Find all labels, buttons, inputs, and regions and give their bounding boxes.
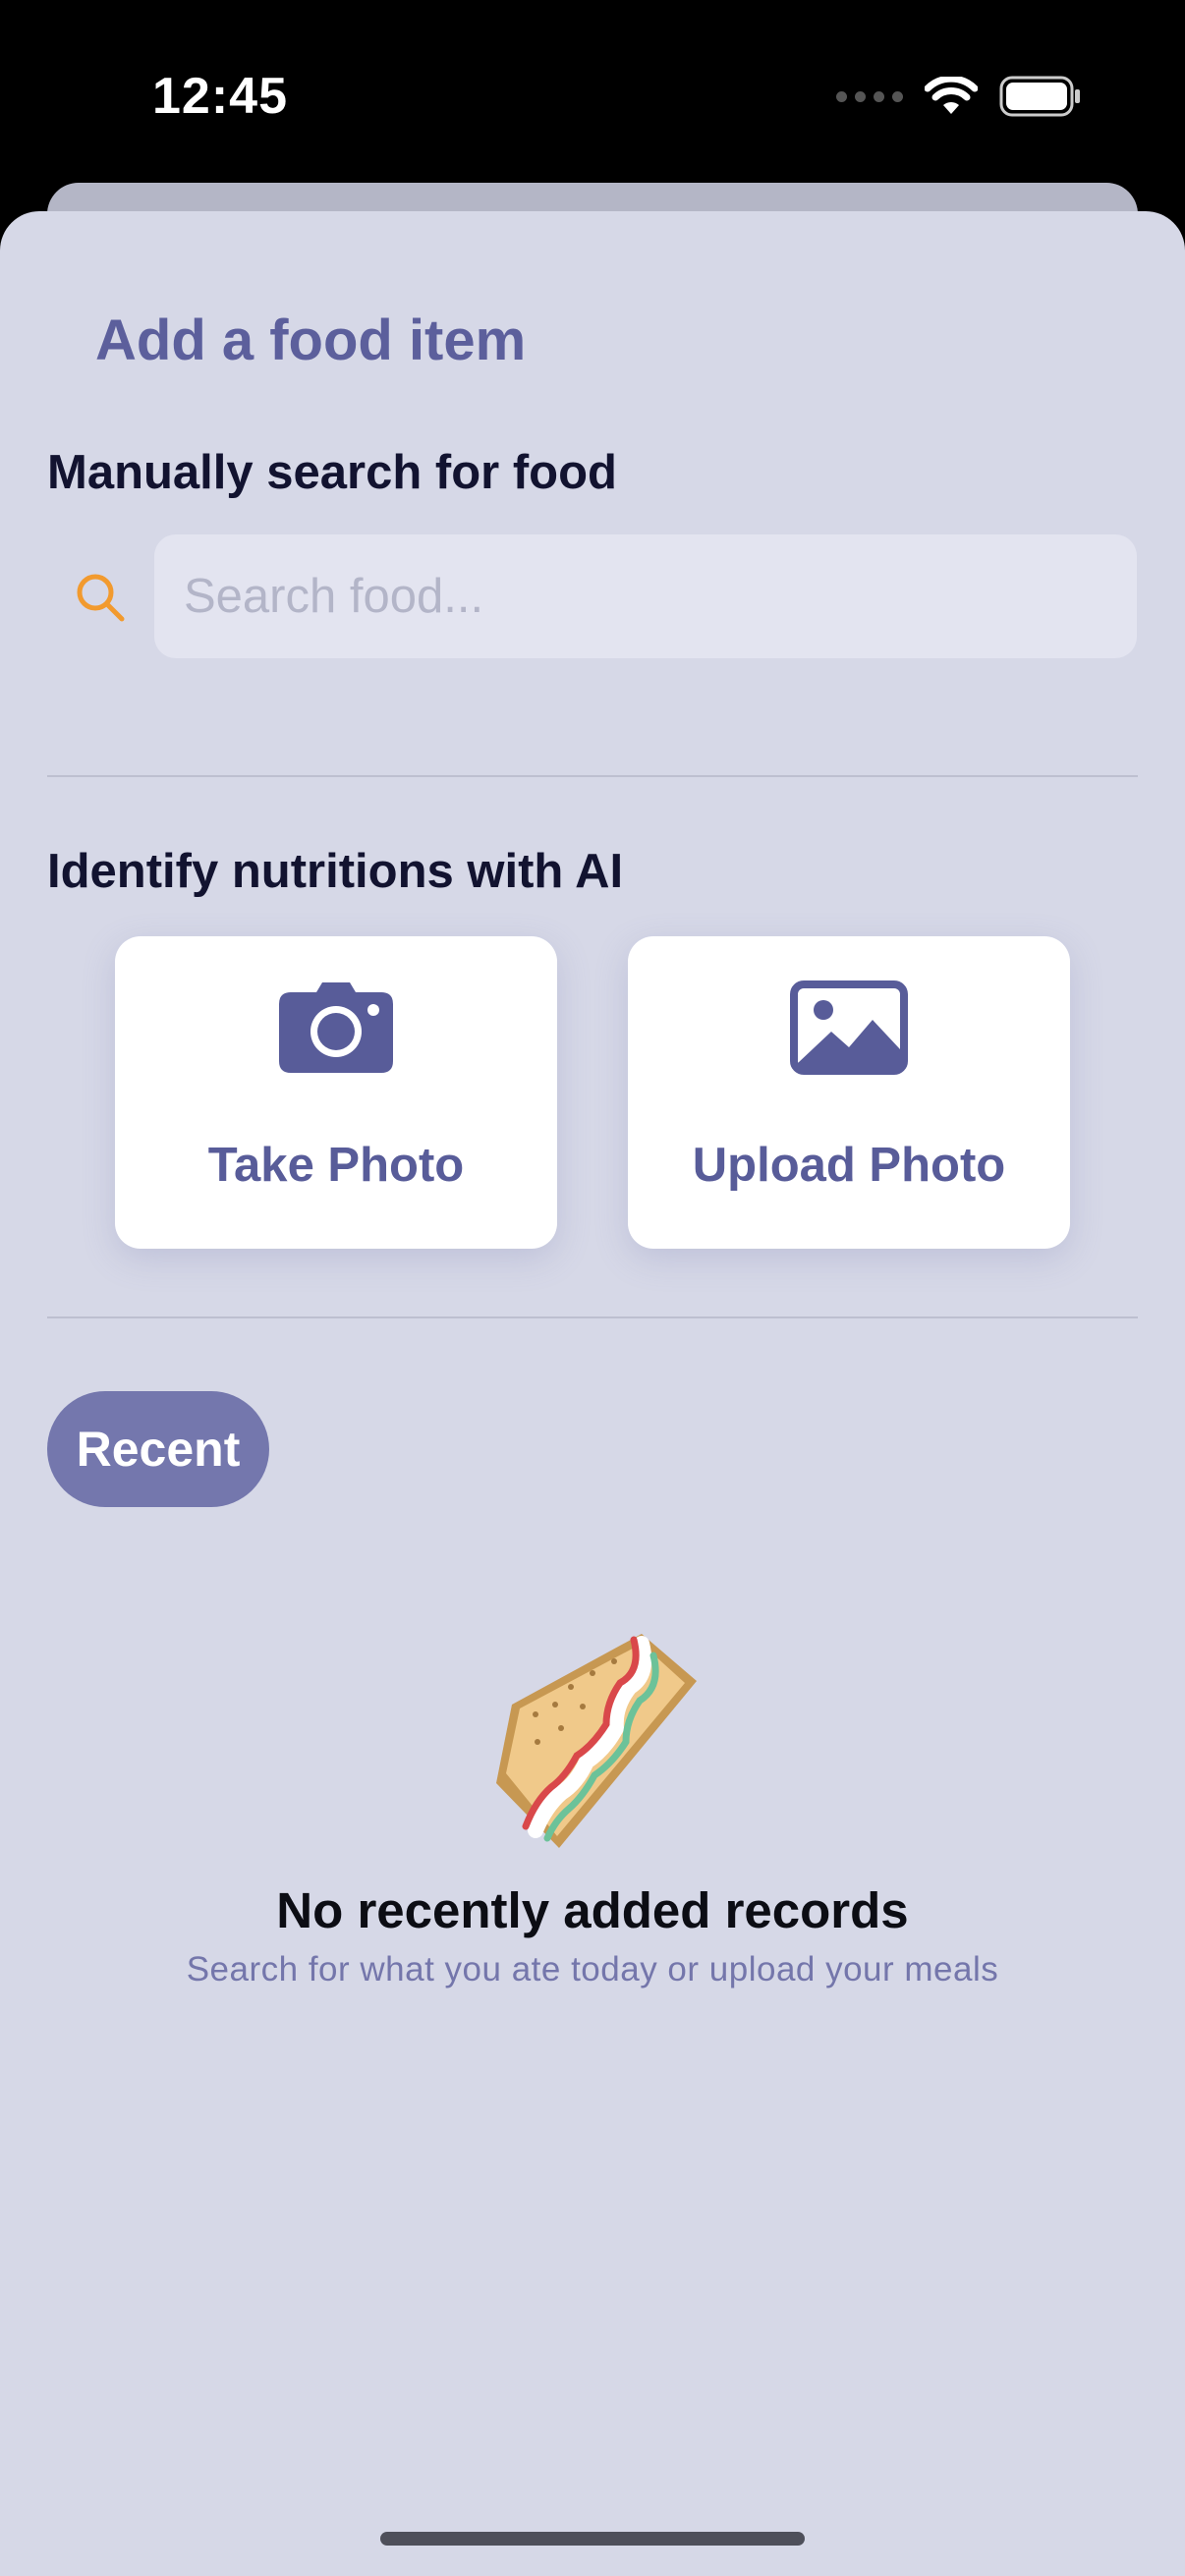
empty-state-title: No recently added records xyxy=(276,1882,909,1938)
upload-photo-button[interactable]: Upload Photo xyxy=(628,936,1070,1249)
take-photo-label: Take Photo xyxy=(207,1139,465,1192)
status-time: 12:45 xyxy=(152,68,288,125)
search-icon[interactable] xyxy=(73,570,128,625)
empty-state-subtitle: Search for what you ate today or upload … xyxy=(186,1950,999,1988)
signal-dots-icon xyxy=(836,90,903,102)
sandwich-icon xyxy=(496,1634,697,1848)
wifi-icon xyxy=(925,77,978,114)
camera-icon xyxy=(279,982,393,1073)
divider xyxy=(47,1316,1138,1318)
ai-section-heading: Identify nutritions with AI xyxy=(47,845,624,898)
status-icons xyxy=(836,73,1082,120)
home-indicator[interactable] xyxy=(380,2532,805,2546)
recent-filter-button[interactable]: Recent xyxy=(47,1391,269,1507)
image-icon xyxy=(790,980,908,1075)
search-input[interactable] xyxy=(154,534,1137,658)
take-photo-button[interactable]: Take Photo xyxy=(115,936,557,1249)
divider xyxy=(47,775,1138,777)
add-food-sheet: Add a food item Manually search for food… xyxy=(0,211,1185,2576)
status-bar: 12:45 xyxy=(0,0,1185,187)
manual-search-heading: Manually search for food xyxy=(47,446,617,499)
sheet-title: Add a food item xyxy=(95,308,527,372)
battery-icon xyxy=(999,76,1080,117)
upload-photo-label: Upload Photo xyxy=(692,1139,1006,1192)
